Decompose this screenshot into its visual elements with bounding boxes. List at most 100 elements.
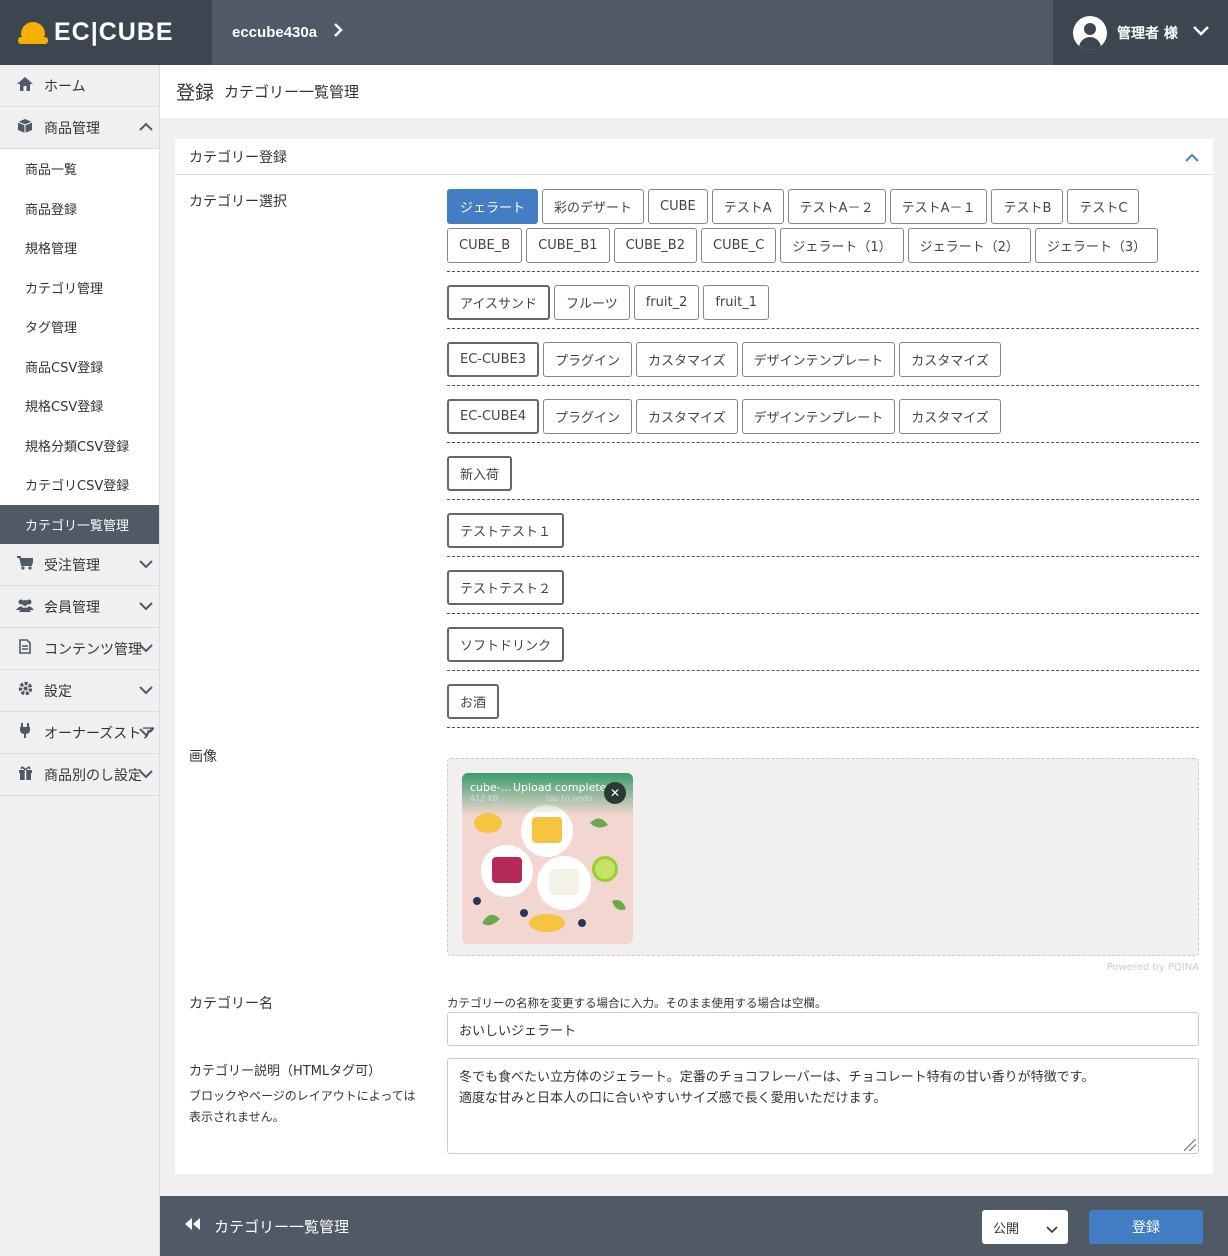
category-option[interactable]: CUBE — [648, 189, 708, 224]
sidebar-item-store[interactable]: オーナーズストア — [0, 712, 159, 754]
category-option[interactable]: fruit_2 — [633, 285, 700, 320]
category-option[interactable]: テストA－２ — [787, 189, 886, 224]
category-option[interactable]: CUBE_B1 — [526, 228, 610, 263]
ec-cube-logo[interactable]: EC|CUBE — [0, 0, 212, 65]
category-option[interactable]: テストテスト１ — [447, 513, 565, 548]
category-option[interactable]: プラグイン — [542, 399, 632, 434]
sidebar-subitem-tag[interactable]: タグ管理 — [0, 307, 159, 347]
category-option[interactable]: カスタマイズ — [899, 399, 1001, 434]
category-option[interactable]: CUBE_B2 — [613, 228, 697, 263]
chevron-down-icon — [1192, 25, 1210, 41]
sidebar-subitem-category[interactable]: カテゴリ管理 — [0, 267, 159, 307]
category-option[interactable]: ジェラート（3） — [1034, 228, 1159, 263]
category-option[interactable]: カスタマイズ — [899, 342, 1001, 377]
sidebar-subitem-category-csv[interactable]: カテゴリCSV登録 — [0, 465, 159, 505]
chevron-up-icon — [139, 121, 153, 135]
category-option[interactable]: デザインテンプレート — [741, 399, 896, 434]
category-name-input[interactable]: おいしいジェラート — [447, 1012, 1199, 1046]
sidebar-subitem-class-csv[interactable]: 規格CSV登録 — [0, 386, 159, 426]
user-menu[interactable]: 管理者 様 — [1053, 0, 1228, 65]
user-name: 管理者 様 — [1117, 25, 1178, 42]
category-option[interactable]: 新入荷 — [447, 456, 513, 491]
sidebar-item-customer[interactable]: 会員管理 — [0, 586, 159, 628]
category-group: テストテスト１ — [447, 500, 1199, 557]
page-title: 登録 — [176, 82, 215, 104]
register-button[interactable]: 登録 — [1089, 1210, 1203, 1244]
sidebar-item-label: 受注管理 — [44, 557, 100, 574]
category-option[interactable]: ジェラート — [447, 189, 539, 224]
category-option[interactable]: アイスサンド — [447, 285, 550, 320]
category-option[interactable]: テストA — [711, 189, 784, 224]
sidebar-item-noshi[interactable]: 商品別のし設定 — [0, 754, 159, 796]
category-select-label: カテゴリー選択 — [189, 194, 287, 210]
sidebar-item-label: 設定 — [44, 683, 72, 700]
category-group: お酒 — [447, 671, 1199, 728]
logo-text: EC|CUBE — [54, 18, 174, 46]
category-option[interactable]: お酒 — [447, 684, 500, 719]
category-option[interactable]: EC-CUBE4 — [447, 399, 539, 434]
sidebar-subitem-label: 規格管理 — [25, 242, 78, 258]
category-group: ソフトドリンク — [447, 614, 1199, 671]
category-option[interactable]: カスタマイズ — [636, 399, 738, 434]
sidebar-item-label: コンテンツ管理 — [44, 641, 142, 658]
category-option[interactable]: テストC — [1067, 189, 1140, 224]
category-option[interactable]: テストA－１ — [889, 189, 988, 224]
shop-link[interactable]: eccube430a — [232, 0, 343, 65]
page-subtitle: カテゴリー一覧管理 — [224, 83, 360, 101]
sidebar-subitem-product-register[interactable]: 商品登録 — [0, 188, 159, 228]
category-selector: ジェラート 彩のデザート CUBE テストA テストA－２ テストA－１ テスト… — [447, 189, 1199, 728]
category-group: EC-CUBE3 プラグイン カスタマイズ デザインテンプレート カスタマイズ — [447, 329, 1199, 386]
user-avatar-icon — [1073, 15, 1107, 50]
sidebar-subitem-category-list[interactable]: カテゴリ一覧管理 — [0, 504, 159, 544]
category-form-card: カテゴリー登録 カテゴリー選択 ジェラート 彩のデザート CUBE テストA テ… — [175, 139, 1213, 1174]
collapse-chevron-up-icon[interactable] — [1185, 151, 1199, 167]
sidebar-subitem-class-category-csv[interactable]: 規格分類CSV登録 — [0, 425, 159, 465]
sidebar-subitem-label: 商品CSV登録 — [25, 360, 104, 376]
category-option[interactable]: テストテスト２ — [447, 570, 565, 605]
category-group: 新入荷 — [447, 443, 1199, 500]
sidebar-subitem-label: タグ管理 — [25, 321, 78, 337]
category-description-textarea[interactable]: 冬でも食べたい立方体のジェラート。定番のチョコフレーバーは、チョコレート特有の甘… — [447, 1058, 1199, 1154]
chevron-down-icon — [139, 642, 153, 656]
category-desc-note: ブロックやページのレイアウトによっては表示されません。 — [189, 1089, 416, 1124]
sidebar-subitem-product-csv[interactable]: 商品CSV登録 — [0, 346, 159, 386]
category-option[interactable]: ソフトドリンク — [447, 627, 565, 662]
category-option[interactable]: テストB — [991, 189, 1064, 224]
category-option[interactable]: プラグイン — [542, 342, 632, 377]
logo-icon — [18, 20, 48, 46]
image-label: 画像 — [189, 749, 217, 765]
category-option[interactable]: CUBE_B — [447, 228, 523, 263]
sidebar-subitem-class[interactable]: 規格管理 — [0, 228, 159, 268]
image-dropzone[interactable]: cube-... 412 KB Upload complete tap to u… — [447, 758, 1199, 956]
sidebar-item-label: ホーム — [44, 78, 86, 95]
sidebar-item-setting[interactable]: 設定 — [0, 670, 159, 712]
back-to-category-list[interactable]: カテゴリー一覧管理 — [184, 1216, 349, 1237]
sidebar-subitem-label: 規格分類CSV登録 — [25, 439, 130, 455]
sidebar-subitem-product-list[interactable]: 商品一覧 — [0, 149, 159, 189]
category-option[interactable]: fruit_1 — [703, 285, 769, 320]
category-option[interactable]: カスタマイズ — [636, 342, 738, 377]
box-icon — [16, 118, 34, 137]
gift-icon — [16, 765, 34, 784]
resize-handle-icon[interactable] — [1184, 1139, 1196, 1151]
visibility-select[interactable]: 公開 — [982, 1210, 1068, 1244]
powered-by[interactable]: Powered by PQINA — [1107, 962, 1199, 973]
undo-hint[interactable]: tap to undo — [546, 794, 592, 803]
uploaded-file-size: 412 KB — [470, 794, 499, 803]
sidebar-item-home[interactable]: ホーム — [0, 65, 159, 107]
category-option[interactable]: EC-CUBE3 — [447, 342, 539, 377]
top-header: EC|CUBE eccube430a 管理者 様 — [0, 0, 1228, 65]
category-option[interactable]: フルーツ — [553, 285, 630, 320]
sidebar-item-order[interactable]: 受注管理 — [0, 544, 159, 586]
category-option[interactable]: CUBE_C — [701, 228, 777, 263]
sidebar-item-product[interactable]: 商品管理 — [0, 107, 159, 149]
users-icon — [16, 598, 34, 616]
category-option[interactable]: デザインテンプレート — [741, 342, 896, 377]
sidebar-item-label: 商品別のし設定 — [44, 767, 142, 784]
category-option[interactable]: ジェラート（1） — [780, 228, 904, 263]
category-option[interactable]: ジェラート（2） — [907, 228, 1031, 263]
sidebar-item-content[interactable]: コンテンツ管理 — [0, 628, 159, 670]
remove-image-close-icon[interactable]: ✕ — [604, 782, 626, 804]
category-option[interactable]: 彩のデザート — [542, 189, 645, 224]
sidebar-subitem-label: カテゴリCSV登録 — [25, 479, 130, 495]
